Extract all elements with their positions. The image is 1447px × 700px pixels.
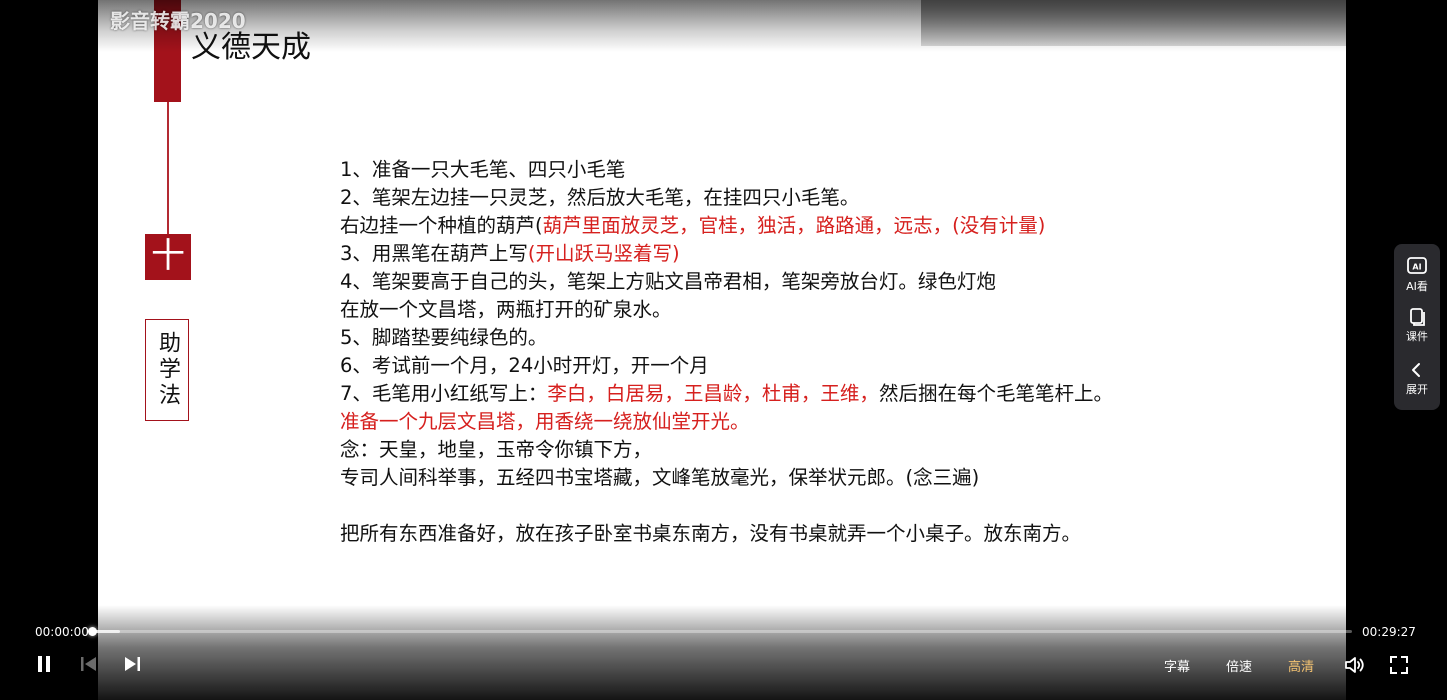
content-line: 1、准备一只大毛笔、四只小毛笔 (340, 156, 1300, 184)
line-text: 右边挂一个种植的葫芦( (340, 214, 543, 237)
content-line (340, 492, 1300, 520)
ai-view-icon: AI (1394, 256, 1440, 276)
slide-content: 1、准备一只大毛笔、四只小毛笔 2、笔架左边挂一只灵芝，然后放大毛笔，在挂四只小毛… (340, 156, 1300, 548)
current-time: 00:00:00 (35, 625, 89, 639)
line-text: 专司人间科举事，五经四书宝塔藏，文峰笔放毫光，保举状元郎。(念三遍) (340, 466, 980, 489)
side-item-expand[interactable]: 展开 (1394, 361, 1440, 397)
top-right-overlay (921, 0, 1346, 46)
pause-icon[interactable] (36, 655, 52, 677)
progress-bar[interactable] (88, 627, 1352, 636)
content-line: 专司人间科举事，五经四书宝塔藏，文峰笔放毫光，保举状元郎。(念三遍) (340, 464, 1300, 492)
slide-side-label: 助学法 (145, 319, 189, 421)
content-line: 在放一个文昌塔，两瓶打开的矿泉水。 (340, 296, 1300, 324)
highlight-text: 李白，白居易，王昌龄，杜甫，王维， (547, 382, 879, 405)
courseware-icon (1394, 306, 1440, 326)
speed-button[interactable]: 倍速 (1226, 656, 1252, 675)
watermark: 影音转霸2020 (110, 9, 246, 33)
skip-next-icon[interactable] (123, 656, 141, 676)
content-line: 4、笔架要高于自己的头，笔架上方贴文昌帝君相，笔架旁放台灯。绿色灯炮 (340, 268, 1300, 296)
chevron-left-icon (1394, 361, 1440, 379)
line-text: 在放一个文昌塔，两瓶打开的矿泉水。 (340, 298, 672, 321)
slide-vertical-line (167, 102, 169, 234)
subtitle-button[interactable]: 字幕 (1164, 656, 1190, 675)
line-text: 4、笔架要高于自己的头，笔架上方贴文昌帝君相，笔架旁放台灯。绿色灯炮 (340, 270, 996, 293)
quality-button[interactable]: 高清 (1288, 656, 1314, 675)
content-line: 2、笔架左边挂一只灵芝，然后放大毛笔，在挂四只小毛笔。 (340, 184, 1300, 212)
highlight-text: (开山跃马竖着写) (527, 242, 680, 265)
line-text: 1、准备一只大毛笔、四只小毛笔 (340, 158, 626, 181)
side-item-ai-view[interactable]: AI AI看 (1394, 256, 1440, 294)
side-item-label: 展开 (1406, 383, 1428, 396)
line-text: 7、毛笔用小红纸写上： (340, 382, 548, 405)
line-text: 2、笔架左边挂一只灵芝，然后放大毛笔，在挂四只小毛笔。 (340, 186, 860, 209)
content-line: 3、用黑笔在葫芦上写(开山跃马竖着写) (340, 240, 1300, 268)
line-text: 3、用黑笔在葫芦上写 (340, 242, 528, 265)
svg-text:AI: AI (1412, 263, 1421, 272)
duration-time: 00:29:27 (1362, 625, 1416, 639)
content-line: 准备一个九层文昌塔，用香绕一绕放仙堂开光。 (340, 408, 1300, 436)
video-player[interactable]: 十 助学法 义德天成 1、准备一只大毛笔、四只小毛笔 2、笔架左边挂一只灵芝，然后… (0, 0, 1447, 700)
content-line: 把所有东西准备好，放在孩子卧室书桌东南方，没有书桌就弄一个小桌子。放东南方。 (340, 520, 1300, 548)
content-line: 念：天皇，地皇，玉帝令你镇下方， (340, 436, 1300, 464)
slide-plus-box: 十 (145, 234, 191, 280)
side-item-label: AI看 (1406, 280, 1428, 293)
line-text: 念：天皇，地皇，玉帝令你镇下方， (340, 438, 653, 461)
line-text: 6、考试前一个月，24小时开灯，开一个月 (340, 354, 709, 377)
skip-previous-icon[interactable] (80, 656, 98, 676)
line-text: 把所有东西准备好，放在孩子卧室书桌东南方，没有书桌就弄一个小桌子。放东南方。 (340, 522, 1082, 545)
side-label-text: 助学法 (155, 331, 180, 409)
content-line: 右边挂一个种植的葫芦(葫芦里面放灵芝，官桂，独活，路路通，远志，(没有计量) (340, 212, 1300, 240)
line-text: 5、脚踏垫要纯绿色的。 (340, 326, 548, 349)
content-line: 7、毛笔用小红纸写上：李白，白居易，王昌龄，杜甫，王维，然后捆在每个毛笔笔杆上。 (340, 380, 1300, 408)
content-line: 5、脚踏垫要纯绿色的。 (340, 324, 1300, 352)
side-item-courseware[interactable]: 课件 (1394, 306, 1440, 344)
side-panel: AI AI看 课件 展开 (1394, 244, 1440, 410)
side-item-label: 课件 (1406, 330, 1428, 343)
highlight-text: 葫芦里面放灵芝，官桂，独活，路路通，远志，(没有计量) (542, 214, 1046, 237)
progress-handle[interactable] (88, 627, 97, 636)
highlight-text: 准备一个九层文昌塔，用香绕一绕放仙堂开光。 (340, 410, 750, 433)
line-text: 然后捆在每个毛笔笔杆上。 (878, 382, 1113, 405)
video-frame[interactable]: 十 助学法 义德天成 1、准备一只大毛笔、四只小毛笔 2、笔架左边挂一只灵芝，然后… (98, 0, 1346, 700)
fullscreen-icon[interactable] (1389, 655, 1409, 679)
volume-icon[interactable] (1344, 655, 1366, 679)
content-line: 6、考试前一个月，24小时开灯，开一个月 (340, 352, 1300, 380)
